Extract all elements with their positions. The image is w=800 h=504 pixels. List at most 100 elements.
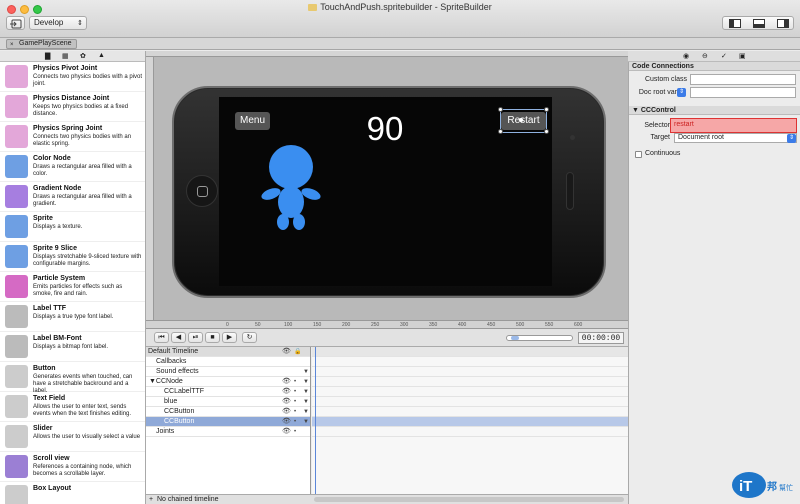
publish-button[interactable]	[6, 16, 25, 30]
timeline-keyframe-grid[interactable]	[312, 347, 628, 494]
visibility-eye-icon[interactable]: 👁	[282, 427, 291, 437]
properties-tab-icon[interactable]: ◉	[683, 52, 689, 60]
visibility-eye-icon[interactable]: 👁	[282, 387, 291, 397]
tab-close-icon[interactable]: ×	[10, 41, 14, 49]
doc-root-var-input[interactable]	[690, 87, 796, 98]
timeline-grid-row[interactable]	[312, 367, 628, 377]
visibility-eye-icon[interactable]: 👁	[282, 347, 291, 357]
library-item[interactable]: Particle System Emits particles for effec…	[0, 272, 145, 302]
timeline-grid-row[interactable]	[312, 357, 628, 367]
library-item[interactable]: Physics Pivot Joint Connects two physics …	[0, 62, 145, 92]
lock-icon[interactable]: 🔒	[294, 347, 301, 357]
play-button[interactable]: ⏯	[188, 332, 203, 343]
library-item[interactable]: Label BM-Font Displays a bitmap font labe…	[0, 332, 145, 362]
timeline-grid-row[interactable]	[312, 377, 628, 387]
lock-toggle-dot[interactable]: •	[294, 377, 296, 387]
lock-toggle-dot[interactable]: •	[294, 387, 296, 397]
timeline-grid-row[interactable]	[312, 347, 628, 357]
toggle-left-pane-icon[interactable]	[729, 19, 741, 28]
timeline-footer: + No chained timeline	[146, 494, 628, 504]
timeline-row[interactable]: Joints 👁 •	[146, 427, 310, 437]
timeline-horizontal-scrollbar[interactable]	[314, 497, 624, 502]
step-forward-button[interactable]: ▶	[222, 332, 237, 343]
library-item[interactable]: Sprite 9 Slice Displays stretchable 9-sli…	[0, 242, 145, 272]
ithome-logo: iT 邦 幫忙	[732, 472, 793, 498]
toggle-right-pane-icon[interactable]	[777, 19, 789, 28]
library-item[interactable]: Text Field Allows the user to enter text,…	[0, 392, 145, 422]
grid-icon[interactable]: ▦	[62, 52, 69, 60]
library-item[interactable]: Physics Distance Joint Keeps two physics …	[0, 92, 145, 122]
resize-handle-tl[interactable]	[498, 107, 503, 112]
timeline-grid-row[interactable]	[312, 387, 628, 397]
timeline-row[interactable]: Callbacks	[146, 357, 310, 367]
timeline-row[interactable]: blue 👁 • ▼	[146, 397, 310, 407]
library-item[interactable]: Physics Spring Joint Connects two physics…	[0, 122, 145, 152]
expand-triangle-icon[interactable]: ▼	[303, 407, 309, 417]
resize-handle-br[interactable]	[544, 129, 549, 134]
library-item[interactable]: Label TTF Displays a true type font label…	[0, 302, 145, 332]
menu-button-node[interactable]: Menu	[235, 112, 270, 130]
blue-character-sprite[interactable]	[258, 144, 324, 230]
library-item[interactable]: Slider Allows the user to visually select…	[0, 422, 145, 452]
lock-toggle-dot[interactable]: •	[294, 417, 296, 427]
loop-button[interactable]: ↻	[242, 332, 257, 343]
timeline-grid-row[interactable]	[312, 427, 628, 437]
tab-gameplayscene[interactable]: × GamePlayScene	[6, 39, 77, 49]
warning-icon[interactable]: ▲	[98, 52, 105, 59]
add-timeline-icon[interactable]: +	[149, 495, 153, 504]
timeline-row[interactable]: Default Timeline 👁 🔒	[146, 347, 310, 357]
scheme-select[interactable]: Develop ⇕	[29, 16, 87, 30]
library-item[interactable]: Color Node Draws a rectangular area fille…	[0, 152, 145, 182]
disclosure-triangle-icon[interactable]: ▼	[632, 107, 641, 114]
target-select[interactable]: Document root ⇕	[674, 133, 797, 143]
visibility-eye-icon[interactable]: 👁	[282, 377, 291, 387]
library-item[interactable]: Gradient Node Draws a rectangular area fi…	[0, 182, 145, 212]
resize-handle-bl[interactable]	[498, 129, 503, 134]
library-item[interactable]: Button Generates events when touched, can…	[0, 362, 145, 394]
library-item[interactable]: Box Layout	[0, 482, 145, 504]
playhead[interactable]	[315, 347, 316, 494]
score-label-node[interactable]: 90	[350, 107, 420, 151]
visibility-eye-icon[interactable]: 👁	[282, 397, 291, 407]
custom-class-input[interactable]	[690, 74, 796, 85]
timeline-row[interactable]: ▼CCNode 👁 • ▼	[146, 377, 310, 387]
library-item[interactable]: Sprite Displays a texture.	[0, 212, 145, 242]
step-back-button[interactable]: ◀	[171, 332, 186, 343]
expand-triangle-icon[interactable]: ▼	[303, 377, 309, 387]
timeline-zoom-slider[interactable]	[506, 335, 573, 341]
lock-toggle-dot[interactable]: •	[294, 397, 296, 407]
folder-icon[interactable]: ▇	[45, 52, 50, 60]
timeline-grid-row[interactable]	[312, 417, 628, 427]
timeline-row[interactable]: CCButton 👁 • ▼	[146, 407, 310, 417]
timeline-row[interactable]: CCLabelTTF 👁 • ▼	[146, 387, 310, 397]
expand-triangle-icon[interactable]: ▼	[303, 397, 309, 407]
lock-toggle-dot[interactable]: •	[294, 407, 296, 417]
visibility-eye-icon[interactable]: 👁	[282, 417, 291, 427]
anchor-point[interactable]	[519, 118, 523, 122]
timeline-grid-row[interactable]	[312, 397, 628, 407]
library-item[interactable]: Scroll view References a containing node,…	[0, 452, 145, 482]
timeline-row[interactable]: Sound effects ▼	[146, 367, 310, 377]
template-tab-icon[interactable]: ▣	[739, 52, 746, 60]
go-to-start-button[interactable]: ⏮	[154, 332, 169, 343]
timeline-row[interactable]: CCButton 👁 • ▼	[146, 417, 310, 427]
camera-dot	[570, 135, 575, 140]
timeline-time-display[interactable]: 00:00:00	[578, 332, 624, 344]
doc-root-var-select[interactable]: ⇕	[677, 88, 687, 98]
resize-handle-tr[interactable]	[544, 107, 549, 112]
continuous-checkbox[interactable]	[635, 151, 642, 158]
expand-triangle-icon[interactable]: ▼	[303, 367, 309, 377]
expand-triangle-icon[interactable]: ▼	[303, 387, 309, 397]
toggle-bottom-pane-icon[interactable]	[753, 19, 765, 28]
step-forward-icon: ▶	[226, 334, 233, 341]
timeline-footer-label[interactable]: No chained timeline	[157, 495, 218, 504]
code-connections-tab-icon[interactable]: ⊖	[702, 52, 708, 60]
timeline-grid-row[interactable]	[312, 407, 628, 417]
selector-input[interactable]: restart	[670, 118, 797, 133]
expand-triangle-icon[interactable]: ▼	[303, 417, 309, 427]
plugin-icon[interactable]: ✿	[80, 52, 86, 60]
stop-button[interactable]: ■	[205, 332, 220, 343]
physics-tab-icon[interactable]: ✓	[721, 52, 727, 60]
visibility-eye-icon[interactable]: 👁	[282, 407, 291, 417]
lock-toggle-dot[interactable]: •	[294, 427, 296, 437]
